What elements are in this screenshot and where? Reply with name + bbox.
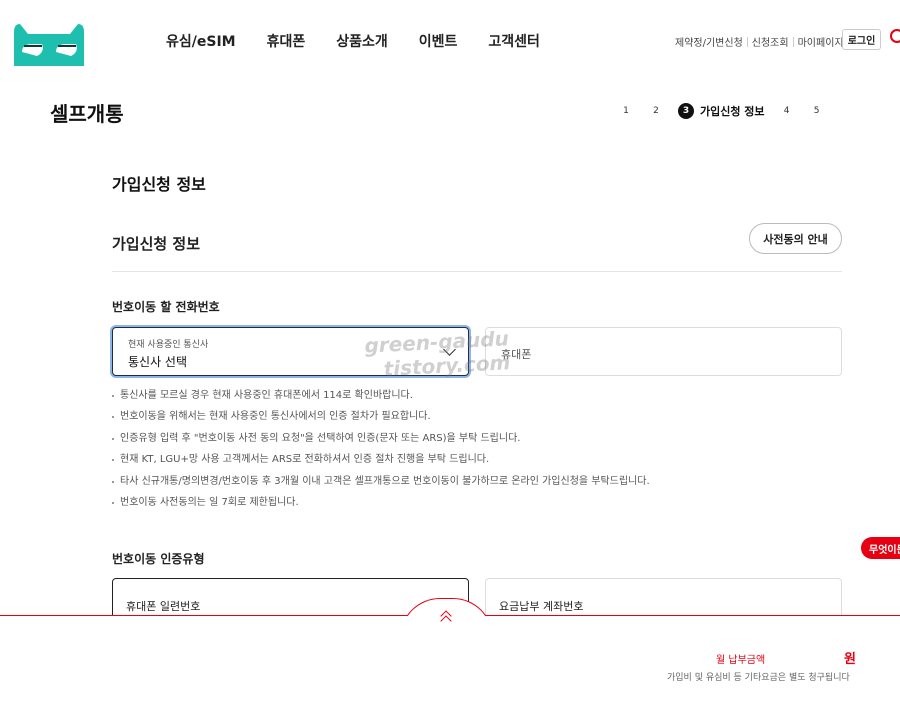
main-nav: 유심/eSIM 휴대폰 상품소개 이벤트 고객센터 (166, 31, 571, 51)
util-link-lookup[interactable]: 신청조회 (752, 34, 789, 49)
search-icon[interactable] (890, 29, 900, 43)
step-indicator: 1 2 3 가입신청 정보 4 5 (618, 103, 839, 119)
monthly-payment-label: 월 납부금액 (716, 655, 766, 666)
phone-number-placeholder: 휴대폰 (501, 348, 532, 361)
page-title: 셀프개통 (50, 102, 124, 126)
note-item: 인증유형 입력 후 "번호이동 사전 동의 요청"을 선택하여 인증(문자 또는… (112, 431, 650, 452)
note-item: 타사 신규개통/명의변경/번호이동 후 3개월 이내 고객은 셀프개통으로 번호… (112, 474, 650, 495)
carrier-select-label: 현재 사용중인 통신사 (128, 340, 209, 350)
util-link-mypage[interactable]: 마이페이지 (798, 34, 844, 49)
site-header: 유심/eSIM 휴대폰 상품소개 이벤트 고객센터 제약정/기변신청 신청조회 … (0, 0, 900, 80)
login-button[interactable]: 로그인 (842, 29, 881, 50)
brand-logo-icon[interactable] (12, 22, 86, 66)
carrier-select[interactable]: 현재 사용중인 통신사 통신사 선택 (112, 327, 469, 376)
auth-type-label: 번호이동 인증유형 (112, 552, 205, 566)
transfer-phone-label: 번호이동 할 전화번호 (112, 300, 220, 314)
note-item: 번호이동 사전동의는 일 7회로 제한됩니다. (112, 495, 650, 516)
nav-item-support[interactable]: 고객센터 (488, 31, 540, 51)
step-1: 1 (618, 103, 634, 119)
section-subtitle: 가입신청 정보 (112, 235, 201, 253)
util-link-contract[interactable]: 제약정/기변신청 (675, 34, 743, 49)
transfer-notes: 통신사를 모르실 경우 현재 사용중인 휴대폰에서 114로 확인바랍니다. 번… (112, 388, 650, 516)
section-divider (112, 271, 842, 272)
auth-option-label: 휴대폰 일련번호 (126, 600, 201, 613)
util-divider (792, 36, 794, 47)
auth-option-label: 요금납부 계좌번호 (499, 600, 584, 613)
section-title: 가입신청 정보 (112, 175, 206, 194)
nav-item-usim[interactable]: 유심/eSIM (166, 31, 236, 51)
utility-links: 제약정/기변신청 신청조회 마이페이지 (675, 34, 844, 49)
util-divider (746, 36, 748, 47)
nav-item-events[interactable]: 이벤트 (419, 31, 458, 51)
chatbot-button[interactable]: 무엇이든 (861, 537, 900, 559)
step-3-current: 3 (678, 103, 694, 119)
monthly-payment-value: 원 (844, 652, 856, 667)
step-4: 4 (778, 103, 795, 119)
carrier-select-value: 통신사 선택 (128, 355, 188, 369)
phone-number-input[interactable]: 휴대폰 (485, 327, 842, 376)
current-step-label: 가입신청 정보 (700, 105, 765, 118)
note-item: 번호이동을 위해서는 현재 사용중인 통신사에서의 인증 절차가 필요합니다. (112, 409, 650, 430)
note-item: 통신사를 모르실 경우 현재 사용중인 휴대폰에서 114로 확인바랍니다. (112, 388, 650, 409)
consent-guide-button[interactable]: 사전동의 안내 (749, 223, 842, 254)
step-5: 5 (808, 103, 825, 119)
chevron-down-icon (443, 343, 456, 356)
nav-item-products[interactable]: 상품소개 (336, 31, 388, 51)
payment-note: 가입비 및 유심비 등 기타요금은 별도 청구됩니다 (667, 673, 850, 683)
step-2: 2 (648, 103, 664, 119)
note-item: 현재 KT, LGU+망 사용 고객께서는 ARS로 전화하셔서 인증 절차 진… (112, 452, 650, 473)
nav-item-phone[interactable]: 휴대폰 (267, 31, 306, 51)
